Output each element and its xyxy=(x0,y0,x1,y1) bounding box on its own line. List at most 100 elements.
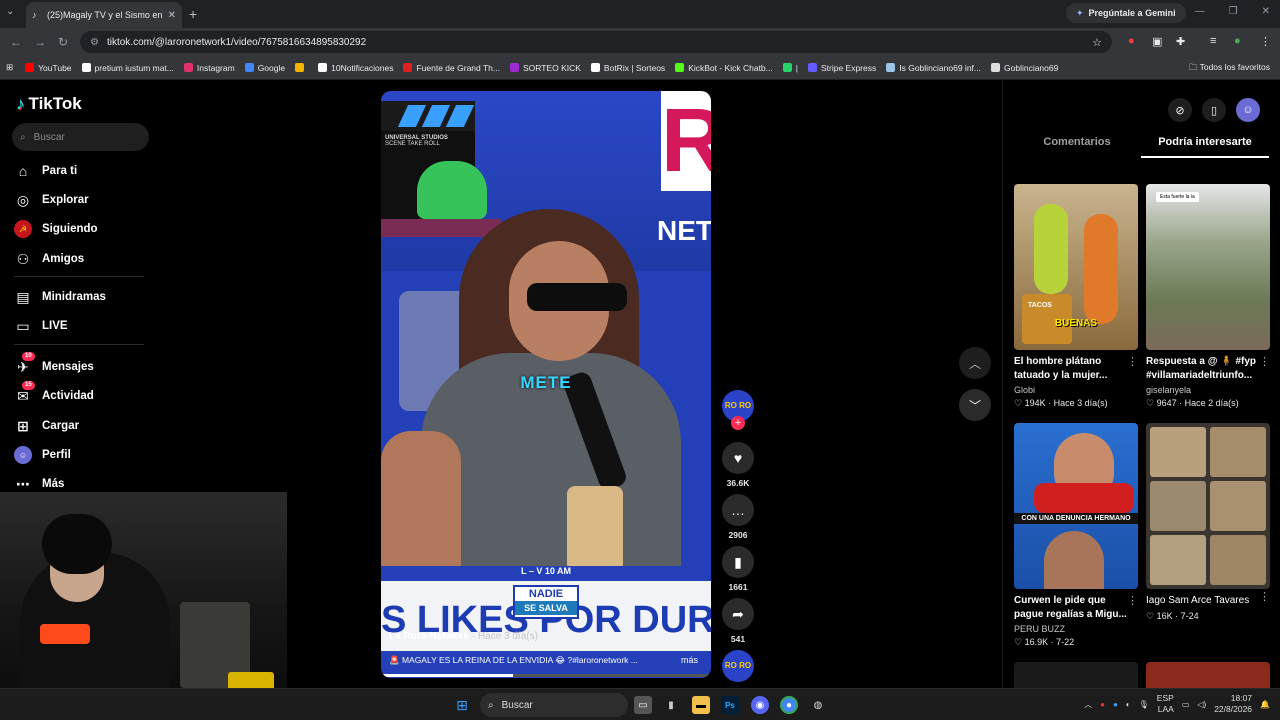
nav-perfil[interactable]: ☺ Perfil xyxy=(14,444,154,466)
tray-app-icon[interactable]: ● xyxy=(1113,700,1118,709)
microphone-icon[interactable]: 🎙 xyxy=(1139,700,1149,709)
app-icon[interactable]: ▮ xyxy=(662,696,680,714)
bookmark-item[interactable]: Fuente de Grand Th... xyxy=(403,63,500,73)
more-options-icon[interactable]: ⋮ xyxy=(1127,594,1138,607)
gemini-button[interactable]: ✦ Pregúntale a Gemini xyxy=(1066,3,1186,23)
bookmark-item[interactable]: YouTube xyxy=(25,63,72,73)
bookmark-item[interactable] xyxy=(295,63,308,72)
menu-kebab-icon[interactable]: ⋮ xyxy=(1260,35,1271,48)
like-count: 36.6K xyxy=(726,478,750,488)
minimize-icon[interactable]: — xyxy=(1195,6,1205,17)
file-explorer-icon[interactable]: ▬ xyxy=(692,696,710,714)
tray-app-icon[interactable]: ◐ xyxy=(1126,700,1131,709)
chrome-icon[interactable]: ● xyxy=(780,696,798,714)
bookmark-item[interactable]: Instagram xyxy=(183,63,235,73)
close-window-icon[interactable]: ✕ xyxy=(1262,6,1270,17)
network-icon[interactable]: ▭ xyxy=(1182,700,1190,709)
nav-live[interactable]: ▭ LIVE xyxy=(14,315,154,337)
obs-icon[interactable]: ◍ xyxy=(809,696,827,714)
address-bar[interactable]: ⚙ tiktok.com/@laroronetwork1/video/76758… xyxy=(80,31,1112,53)
maximize-icon[interactable]: ❐ xyxy=(1229,6,1238,17)
back-icon[interactable]: ← xyxy=(10,35,22,49)
related-video-card-partial[interactable] xyxy=(1014,662,1138,688)
bookmark-item[interactable]: | xyxy=(782,63,798,73)
video-author[interactable]: La Roro Network · Hace 3 día(s) xyxy=(389,631,538,642)
tab-podria-interesarte[interactable]: Podría interesarte xyxy=(1141,136,1269,158)
new-tab-button[interactable]: + xyxy=(189,6,197,22)
bookmark-item[interactable]: Is Goblinciano69 inf... xyxy=(886,63,981,73)
bookmark-item[interactable]: Google xyxy=(244,63,285,73)
bookmark-item[interactable]: Goblinciano69 xyxy=(991,63,1058,73)
search-input[interactable]: ⌕ Buscar xyxy=(12,123,149,151)
tray-app-icon[interactable]: ● xyxy=(1100,700,1105,709)
nav-minidramas[interactable]: ▤ Minidramas xyxy=(14,286,154,308)
bookmark-item[interactable]: 10Notificaciones xyxy=(318,63,393,73)
photoshop-icon[interactable]: Ps xyxy=(721,696,739,714)
reload-icon[interactable]: ↻ xyxy=(58,35,68,49)
discord-icon[interactable]: ◉ xyxy=(751,696,769,714)
explore-compass-icon[interactable]: ⊘ xyxy=(1168,98,1192,122)
tab-close-icon[interactable]: ✕ xyxy=(168,10,176,21)
bookmark-item[interactable]: SORTEO KICK xyxy=(509,63,581,73)
sound-avatar[interactable]: RO RO xyxy=(721,650,755,682)
more-options-icon[interactable]: ⋮ xyxy=(1259,355,1270,368)
clock[interactable]: 18:07 22/8/2026 xyxy=(1214,693,1252,715)
creator-avatar[interactable]: RO RO + xyxy=(721,390,755,430)
tab-list-icon[interactable]: ≡ xyxy=(1210,35,1216,47)
profile-avatar-icon[interactable]: ● xyxy=(1234,35,1241,47)
apps-grid-icon[interactable]: ⊞ xyxy=(6,62,13,73)
forward-icon[interactable]: → xyxy=(34,35,46,49)
related-video-card[interactable]: CON UNA DENUNCIA HERMANO Curwen le pide … xyxy=(1014,423,1138,648)
device-icon[interactable]: ▯ xyxy=(1202,98,1226,122)
related-video-card[interactable]: TACOS BUENAS El hombre plátano tatuado y… xyxy=(1014,184,1138,409)
task-view-icon[interactable]: ▭ xyxy=(634,696,652,714)
video-progress-bar[interactable] xyxy=(381,674,711,677)
comment-button[interactable]: … 2906 xyxy=(721,494,755,540)
nav-siguiendo[interactable]: ☭ Siguiendo xyxy=(14,218,154,240)
tab-comentarios[interactable]: Comentarios xyxy=(1013,136,1141,158)
taskbar-search-label: Buscar xyxy=(501,699,533,711)
related-video-card[interactable]: Esta fuerte la ia Respuesta a @ 🧍 #fyp #… xyxy=(1146,184,1270,409)
bookmark-item[interactable]: KickBot - Kick Chatb... xyxy=(675,63,773,73)
related-video-card[interactable]: Iago Sam Arce Tavares ♡ 16K · 7-24 ⋮ xyxy=(1146,423,1270,622)
taskbar-search[interactable]: ⌕ Buscar xyxy=(480,693,628,717)
extension-record-icon[interactable]: ● xyxy=(1128,35,1135,47)
like-button[interactable]: ♥ 36.6K xyxy=(721,442,755,488)
video-author-name[interactable]: La Roro Network xyxy=(389,631,469,642)
more-options-icon[interactable]: ⋮ xyxy=(1259,590,1270,603)
save-button[interactable]: ▮ 1661 xyxy=(721,546,755,592)
notifications-icon[interactable]: 🔔 xyxy=(1260,700,1270,709)
user-avatar-icon[interactable]: ☺ xyxy=(1236,98,1260,122)
nav-actividad[interactable]: ✉ 15 Actividad xyxy=(14,381,154,407)
language-indicator[interactable]: ESP LAA xyxy=(1157,693,1174,715)
tray-chevron-icon[interactable]: ︿ xyxy=(1084,699,1092,710)
nav-para-ti[interactable]: ⌂ Para ti xyxy=(14,160,154,182)
more-link[interactable]: más xyxy=(681,655,698,665)
next-video-button[interactable]: ﹀ xyxy=(959,389,991,421)
tiktok-logo[interactable]: ♪ TikTok xyxy=(16,94,82,114)
bookmark-item[interactable]: pretium iustum mat... xyxy=(81,63,174,73)
bookmark-star-icon[interactable]: ☆ xyxy=(1092,36,1102,49)
share-button[interactable]: ➦ 541 xyxy=(721,598,755,644)
nav-mensajes[interactable]: ✈ 10 Mensajes xyxy=(14,352,154,378)
related-video-card-partial[interactable] xyxy=(1146,662,1270,688)
video-player[interactable]: UNIVERSAL STUDIOS SCENE TAKE ROLL R NET … xyxy=(381,91,711,678)
extension-icon[interactable]: ▣ xyxy=(1152,35,1162,48)
nav-amigos[interactable]: ⚇ Amigos xyxy=(14,248,154,270)
bookmark-favicon-icon xyxy=(807,63,817,72)
extensions-puzzle-icon[interactable]: ✚ xyxy=(1176,35,1185,48)
windows-start-icon[interactable]: ⊞ xyxy=(453,696,471,714)
card-author: PERU BUZZ xyxy=(1014,624,1066,634)
follow-plus-icon[interactable]: + xyxy=(731,416,745,430)
more-options-icon[interactable]: ⋮ xyxy=(1127,355,1138,368)
tab-search-icon[interactable]: ⌄ xyxy=(6,6,14,17)
bookmark-item[interactable]: BotRix | Sorteos xyxy=(590,63,665,73)
bookmark-item[interactable]: Stripe Express xyxy=(807,63,876,73)
all-bookmarks-folder[interactable]: 🗀 Todos los favoritos xyxy=(1189,62,1270,76)
nav-explorar[interactable]: ◎ Explorar xyxy=(14,189,154,211)
nav-cargar[interactable]: ⊞ Cargar xyxy=(14,415,154,437)
previous-video-button[interactable]: ︿ xyxy=(959,347,991,379)
site-info-icon[interactable]: ⚙ xyxy=(90,37,99,48)
browser-tab-active[interactable]: ♪ (25)Magaly TV y el Sismo en Ar ✕ xyxy=(26,2,182,28)
volume-icon[interactable]: ◁) xyxy=(1197,700,1206,709)
